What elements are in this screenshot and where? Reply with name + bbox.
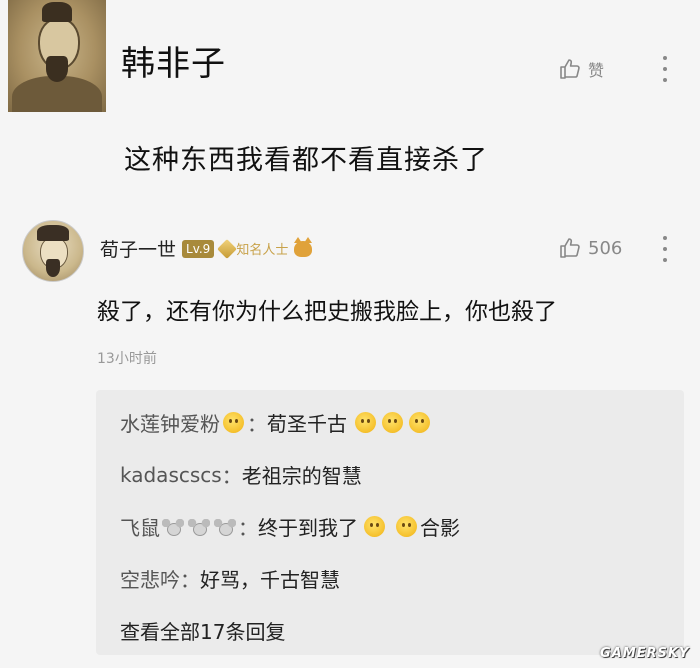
sub-reply-text: 老祖宗的智慧: [241, 464, 362, 488]
watermark: GAMERSKY: [600, 646, 690, 661]
page: 韩非子 赞 这种东西我看都不看直接杀了 荀子一世 Lv.9 知名人士 506 殺…: [0, 0, 700, 668]
post-like-label: 赞: [588, 61, 605, 80]
emoji-face-icon: [409, 412, 430, 433]
mouse-emoji-icon: [161, 518, 185, 536]
vip-label: 知名人士: [236, 243, 289, 258]
view-all-replies-link[interactable]: 查看全部17条回复: [120, 616, 285, 645]
reply-text: 殺了，还有你为什么把史搬我脸上，你也殺了: [97, 299, 557, 325]
emoji-face-icon: [364, 516, 385, 537]
more-vertical-icon[interactable]: [662, 236, 668, 262]
reply-header: 荀子一世 Lv.9 知名人士: [100, 235, 313, 262]
post: 韩非子 赞 这种东西我看都不看直接杀了: [0, 0, 700, 200]
sub-reply-colon: ：: [247, 412, 267, 436]
mouse-emoji-icon: [187, 518, 211, 536]
sub-replies-box[interactable]: 水莲钟爱粉 ： 荀圣千古 kadascscs ： 老祖宗的智慧 飞鼠 ： 终于到…: [96, 390, 684, 655]
sub-reply[interactable]: 空悲吟 ： 好骂，千古智慧: [120, 564, 340, 593]
sub-reply[interactable]: 水莲钟爱粉 ： 荀圣千古: [120, 408, 433, 437]
emoji-face-icon: [355, 412, 376, 433]
post-author-name[interactable]: 韩非子: [121, 36, 226, 85]
thumbs-up-icon: [560, 238, 580, 258]
thumbs-up-icon: [560, 59, 580, 79]
cat-icon: [294, 236, 313, 257]
sub-reply-author[interactable]: 飞鼠: [120, 512, 160, 541]
emoji-face-icon: [382, 412, 403, 433]
post-author-avatar[interactable]: [8, 0, 106, 112]
reply-like-button[interactable]: 506: [558, 236, 622, 260]
sub-reply-text: 荀圣千古: [267, 412, 347, 436]
sub-reply-text: 终于到我了: [258, 516, 358, 540]
vip-badge: 知名人士: [217, 238, 289, 259]
sub-reply-author[interactable]: 水莲钟爱粉: [120, 408, 220, 437]
avatar-hat: [37, 225, 69, 241]
post-text: 这种东西我看都不看直接杀了: [124, 145, 488, 176]
mouse-emoji-icon: [213, 518, 237, 536]
sub-reply-text-after: 合影: [420, 516, 460, 540]
avatar-hat: [42, 2, 72, 22]
sub-reply-author[interactable]: kadascscs: [120, 463, 222, 487]
reply-author-name[interactable]: 荀子一世: [100, 235, 176, 262]
sub-reply-colon: ：: [180, 568, 200, 592]
sub-reply-colon: ：: [238, 516, 258, 540]
sub-reply-author[interactable]: 空悲吟: [120, 564, 180, 593]
reply-time: 13小时前: [97, 351, 157, 367]
sub-reply[interactable]: kadascscs ： 老祖宗的智慧: [120, 460, 362, 489]
reply-like-count: 506: [588, 237, 623, 259]
reply-author-avatar[interactable]: [22, 220, 84, 282]
emoji-face-icon: [396, 516, 417, 537]
diamond-icon: [217, 238, 238, 259]
avatar-beard: [46, 259, 60, 277]
level-badge: Lv.9: [182, 239, 215, 258]
more-vertical-icon[interactable]: [662, 56, 668, 82]
sub-reply-colon: ：: [221, 464, 242, 488]
post-like-button[interactable]: 赞: [558, 57, 604, 81]
sub-reply[interactable]: 飞鼠 ： 终于到我了 合影: [120, 512, 460, 541]
sub-reply-text: 好骂，千古智慧: [200, 568, 340, 592]
emoji-face-icon: [223, 412, 244, 433]
avatar-beard: [46, 56, 68, 82]
